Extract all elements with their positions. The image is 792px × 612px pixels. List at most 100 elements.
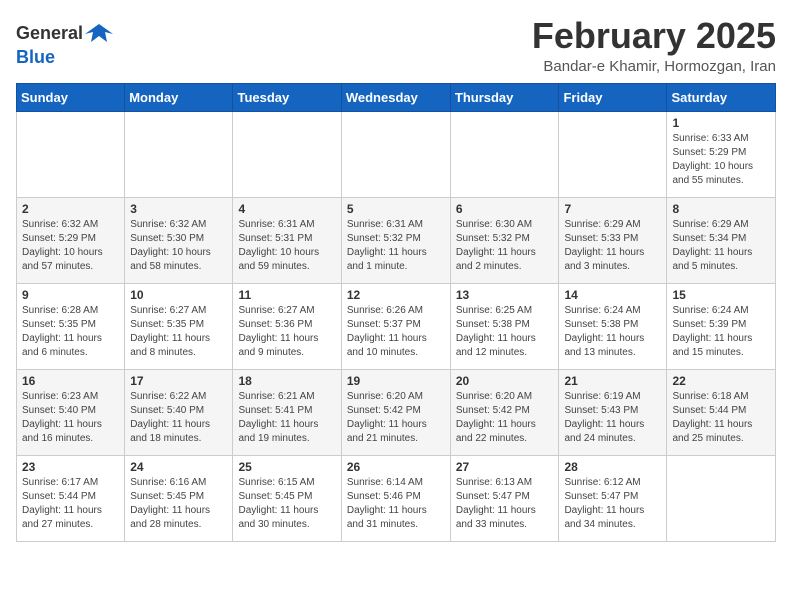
day-number: 20	[456, 374, 554, 388]
logo-bird-icon	[85, 20, 113, 48]
calendar-cell	[450, 111, 559, 197]
calendar-cell: 14Sunrise: 6:24 AM Sunset: 5:38 PM Dayli…	[559, 283, 667, 369]
day-info: Sunrise: 6:12 AM Sunset: 5:47 PM Dayligh…	[564, 476, 661, 532]
day-number: 11	[238, 288, 335, 302]
day-info: Sunrise: 6:32 AM Sunset: 5:29 PM Dayligh…	[22, 218, 119, 274]
day-info: Sunrise: 6:20 AM Sunset: 5:42 PM Dayligh…	[456, 390, 554, 446]
calendar-cell: 7 Sunrise: 6:29 AM Sunset: 5:33 PM Daylig…	[559, 197, 667, 283]
day-number: 16	[22, 374, 119, 388]
calendar-cell: 26Sunrise: 6:14 AM Sunset: 5:46 PM Dayli…	[341, 455, 450, 541]
calendar-cell: 28 Sunrise: 6:12 AM Sunset: 5:47 PM Dayli…	[559, 455, 667, 541]
calendar-week-row: 9 Sunrise: 6:28 AM Sunset: 5:35 PM Daylig…	[17, 283, 776, 369]
weekday-header-saturday: Saturday	[667, 83, 776, 111]
day-info: Sunrise: 6:20 AM Sunset: 5:42 PM Dayligh…	[347, 390, 445, 446]
calendar-cell: 11Sunrise: 6:27 AM Sunset: 5:36 PM Dayli…	[233, 283, 341, 369]
calendar-cell: 19 Sunrise: 6:20 AM Sunset: 5:42 PM Dayli…	[341, 369, 450, 455]
day-number: 8	[672, 202, 770, 216]
month-title: February 2025	[532, 16, 776, 56]
calendar-cell: 24 Sunrise: 6:16 AM Sunset: 5:45 PM Dayli…	[125, 455, 233, 541]
calendar-cell	[667, 455, 776, 541]
logo: General Blue	[16, 20, 113, 68]
calendar-cell	[233, 111, 341, 197]
calendar-week-row: 2 Sunrise: 6:32 AM Sunset: 5:29 PM Daylig…	[17, 197, 776, 283]
day-number: 5	[347, 202, 445, 216]
day-info: Sunrise: 6:16 AM Sunset: 5:45 PM Dayligh…	[130, 476, 227, 532]
calendar-cell: 23 Sunrise: 6:17 AM Sunset: 5:44 PM Dayli…	[17, 455, 125, 541]
day-number: 15	[672, 288, 770, 302]
day-info: Sunrise: 6:25 AM Sunset: 5:38 PM Dayligh…	[456, 304, 554, 360]
day-number: 2	[22, 202, 119, 216]
title-block: February 2025 Bandar-e Khamir, Hormozgan…	[532, 16, 776, 75]
calendar-cell: 1 Sunrise: 6:33 AM Sunset: 5:29 PM Daylig…	[667, 111, 776, 197]
day-number: 22	[672, 374, 770, 388]
calendar-cell: 12 Sunrise: 6:26 AM Sunset: 5:37 PM Dayli…	[341, 283, 450, 369]
calendar-cell: 5Sunrise: 6:31 AM Sunset: 5:32 PM Daylig…	[341, 197, 450, 283]
calendar-week-row: 23 Sunrise: 6:17 AM Sunset: 5:44 PM Dayli…	[17, 455, 776, 541]
weekday-header-sunday: Sunday	[17, 83, 125, 111]
day-number: 21	[564, 374, 661, 388]
day-info: Sunrise: 6:28 AM Sunset: 5:35 PM Dayligh…	[22, 304, 119, 360]
calendar-header-row: SundayMondayTuesdayWednesdayThursdayFrid…	[17, 83, 776, 111]
day-number: 17	[130, 374, 227, 388]
day-info: Sunrise: 6:17 AM Sunset: 5:44 PM Dayligh…	[22, 476, 119, 532]
day-info: Sunrise: 6:22 AM Sunset: 5:40 PM Dayligh…	[130, 390, 227, 446]
calendar-cell: 27 Sunrise: 6:13 AM Sunset: 5:47 PM Dayli…	[450, 455, 559, 541]
weekday-header-friday: Friday	[559, 83, 667, 111]
calendar-cell: 25 Sunrise: 6:15 AM Sunset: 5:45 PM Dayli…	[233, 455, 341, 541]
day-number: 6	[456, 202, 554, 216]
calendar-cell	[125, 111, 233, 197]
day-number: 7	[564, 202, 661, 216]
day-number: 23	[22, 460, 119, 474]
calendar-cell: 16Sunrise: 6:23 AM Sunset: 5:40 PM Dayli…	[17, 369, 125, 455]
day-number: 13	[456, 288, 554, 302]
day-number: 12	[347, 288, 445, 302]
day-info: Sunrise: 6:13 AM Sunset: 5:47 PM Dayligh…	[456, 476, 554, 532]
calendar-cell: 21 Sunrise: 6:19 AM Sunset: 5:43 PM Dayli…	[559, 369, 667, 455]
calendar-cell	[17, 111, 125, 197]
calendar-cell	[559, 111, 667, 197]
weekday-header-wednesday: Wednesday	[341, 83, 450, 111]
day-info: Sunrise: 6:18 AM Sunset: 5:44 PM Dayligh…	[672, 390, 770, 446]
weekday-header-tuesday: Tuesday	[233, 83, 341, 111]
calendar-cell: 15 Sunrise: 6:24 AM Sunset: 5:39 PM Dayli…	[667, 283, 776, 369]
day-number: 3	[130, 202, 227, 216]
day-number: 24	[130, 460, 227, 474]
calendar-cell: 9 Sunrise: 6:28 AM Sunset: 5:35 PM Daylig…	[17, 283, 125, 369]
day-number: 4	[238, 202, 335, 216]
logo-general: General	[16, 24, 83, 44]
calendar-cell: 20 Sunrise: 6:20 AM Sunset: 5:42 PM Dayli…	[450, 369, 559, 455]
day-info: Sunrise: 6:15 AM Sunset: 5:45 PM Dayligh…	[238, 476, 335, 532]
day-number: 28	[564, 460, 661, 474]
header: General Blue February 2025 Bandar-e Kham…	[16, 16, 776, 75]
day-info: Sunrise: 6:26 AM Sunset: 5:37 PM Dayligh…	[347, 304, 445, 360]
calendar-cell: 2 Sunrise: 6:32 AM Sunset: 5:29 PM Daylig…	[17, 197, 125, 283]
day-number: 19	[347, 374, 445, 388]
day-info: Sunrise: 6:31 AM Sunset: 5:31 PM Dayligh…	[238, 218, 335, 274]
calendar-cell: 17 Sunrise: 6:22 AM Sunset: 5:40 PM Dayli…	[125, 369, 233, 455]
day-info: Sunrise: 6:24 AM Sunset: 5:39 PM Dayligh…	[672, 304, 770, 360]
calendar-cell: 13 Sunrise: 6:25 AM Sunset: 5:38 PM Dayli…	[450, 283, 559, 369]
day-number: 9	[22, 288, 119, 302]
day-info: Sunrise: 6:32 AM Sunset: 5:30 PM Dayligh…	[130, 218, 227, 274]
calendar-table: SundayMondayTuesdayWednesdayThursdayFrid…	[16, 83, 776, 542]
logo-blue: Blue	[16, 47, 55, 67]
weekday-header-monday: Monday	[125, 83, 233, 111]
calendar-cell: 10Sunrise: 6:27 AM Sunset: 5:35 PM Dayli…	[125, 283, 233, 369]
day-number: 25	[238, 460, 335, 474]
calendar-cell: 22 Sunrise: 6:18 AM Sunset: 5:44 PM Dayli…	[667, 369, 776, 455]
calendar-cell: 18Sunrise: 6:21 AM Sunset: 5:41 PM Dayli…	[233, 369, 341, 455]
location-subtitle: Bandar-e Khamir, Hormozgan, Iran	[532, 58, 776, 75]
day-info: Sunrise: 6:33 AM Sunset: 5:29 PM Dayligh…	[672, 132, 770, 188]
day-info: Sunrise: 6:30 AM Sunset: 5:32 PM Dayligh…	[456, 218, 554, 274]
day-info: Sunrise: 6:29 AM Sunset: 5:33 PM Dayligh…	[564, 218, 661, 274]
calendar-week-row: 1 Sunrise: 6:33 AM Sunset: 5:29 PM Daylig…	[17, 111, 776, 197]
day-info: Sunrise: 6:19 AM Sunset: 5:43 PM Dayligh…	[564, 390, 661, 446]
day-number: 18	[238, 374, 335, 388]
calendar-cell	[341, 111, 450, 197]
weekday-header-thursday: Thursday	[450, 83, 559, 111]
day-info: Sunrise: 6:24 AM Sunset: 5:38 PM Dayligh…	[564, 304, 661, 360]
calendar-cell: 3 Sunrise: 6:32 AM Sunset: 5:30 PM Daylig…	[125, 197, 233, 283]
day-info: Sunrise: 6:29 AM Sunset: 5:34 PM Dayligh…	[672, 218, 770, 274]
day-number: 27	[456, 460, 554, 474]
day-number: 1	[672, 116, 770, 130]
